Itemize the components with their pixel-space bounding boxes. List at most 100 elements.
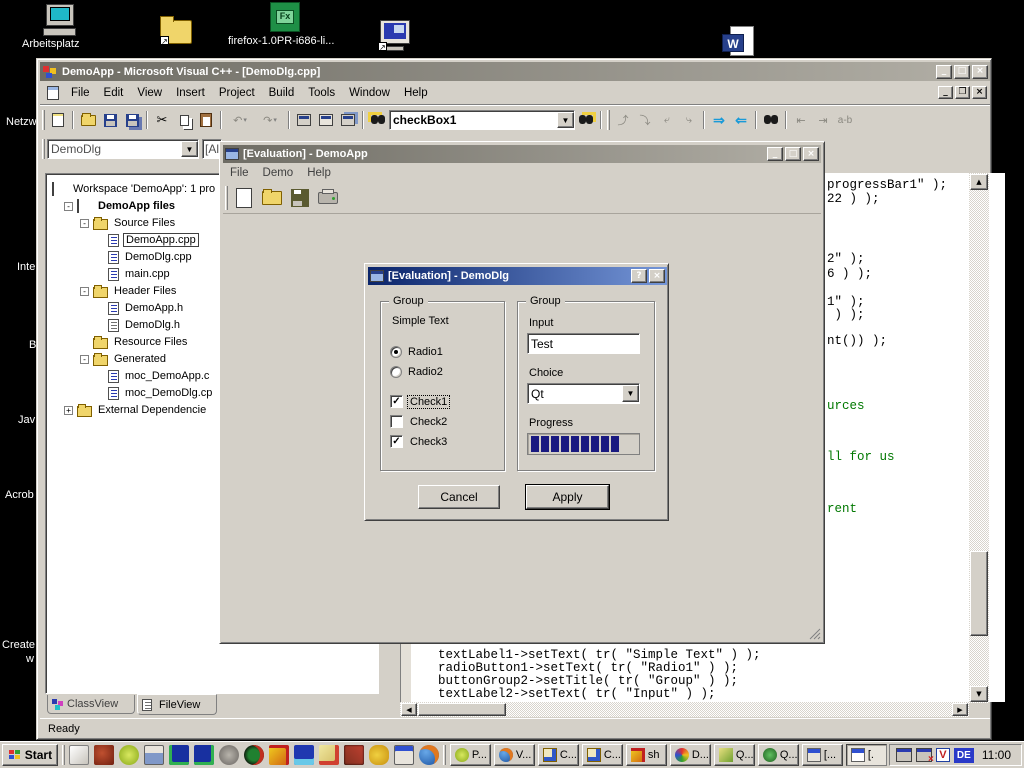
taskbar-window-button[interactable]: Q... [714,744,755,766]
tree-expander[interactable]: - [64,202,73,211]
browse-next-icon[interactable]: ⇒ [708,110,730,130]
member-up-icon[interactable]: ⤶ [656,110,678,130]
taskbar-window-button[interactable]: C... [538,744,579,766]
quicklaunch-fish-icon[interactable] [369,745,389,765]
vscroll-thumb[interactable] [970,551,988,636]
check1-control[interactable]: ✓ Check1 [390,395,449,408]
checkbox-unchecked-icon[interactable] [390,415,403,428]
check3-control[interactable]: ✓ Check3 [390,435,449,448]
tab-classview[interactable]: ClassView [47,695,135,714]
tree-item[interactable]: DemoDlg.cpp [123,251,194,263]
radio1-label[interactable]: Radio1 [408,346,443,358]
combo-dropdown-icon[interactable]: ▼ [622,385,639,402]
save-icon[interactable] [99,110,121,130]
main-title-bar[interactable]: DemoApp - Microsoft Visual C++ - [DemoDl… [40,62,990,81]
taskbar-window-button[interactable]: P... [450,744,491,766]
tree-item[interactable]: moc_DemoDlg.cp [123,387,214,399]
menu-build[interactable]: Build [262,85,302,101]
desktop-icon-label[interactable]: w [26,653,34,665]
radio-on-icon[interactable] [390,346,402,358]
tree-item-generated[interactable]: Generated [112,353,168,365]
evaluation-title-bar[interactable]: [Evaluation] - DemoApp _ □ × [223,145,821,163]
menu-help[interactable]: Help [397,85,435,101]
radio-off-icon[interactable] [390,366,402,378]
taskbar-window-button-active[interactable]: [. [846,744,887,766]
combo-dropdown-icon[interactable]: ▼ [557,112,574,128]
network-icon[interactable] [896,748,912,762]
workspace-pane-icon[interactable] [293,110,315,130]
radio1-control[interactable]: Radio1 [390,346,443,358]
quicklaunch-notes-icon[interactable] [69,745,89,765]
help-button[interactable]: ? [631,269,647,283]
copy-icon[interactable] [173,110,195,130]
desktop-icon-label[interactable]: Acrob [5,489,34,501]
desktop-icon-label[interactable]: Jav [18,414,35,426]
print-icon[interactable] [314,185,342,211]
find-target-combobox[interactable]: checkBox1 ▼ [389,110,575,130]
taskbar-window-button[interactable]: [... [802,744,843,766]
tree-expander[interactable]: - [80,355,89,364]
find-icon[interactable] [760,110,782,130]
scroll-right-icon[interactable]: ▶ [952,703,968,716]
combo-dropdown-icon[interactable]: ▼ [181,141,198,157]
cancel-button[interactable]: Cancel [418,485,500,509]
tree-expander[interactable]: + [64,406,73,415]
tree-item-workspace[interactable]: Workspace 'DemoApp': 1 pro [71,183,217,195]
tree-item[interactable]: main.cpp [123,268,172,280]
tree-expander[interactable]: - [80,287,89,296]
tree-item-header-files[interactable]: Header Files [112,285,178,297]
open-file-icon[interactable] [258,185,286,211]
quicklaunch-map-icon[interactable] [319,745,339,765]
taskbar-window-button[interactable]: V... [494,744,535,766]
quicklaunch-terminal-icon[interactable] [294,745,314,765]
desktop-icon-label[interactable]: Arbeitsplatz [22,38,79,50]
menu-project[interactable]: Project [212,85,262,101]
mdi-restore-button[interactable]: ❐ [955,86,970,99]
maximize-button[interactable]: □ [785,147,801,161]
undo-icon[interactable]: ↶▾ [225,110,255,130]
editor-hscrollbar[interactable]: ◀ ▶ [400,702,969,717]
tree-expander[interactable]: - [80,219,89,228]
menu-file[interactable]: File [223,165,256,181]
check2-control[interactable]: Check2 [390,415,449,428]
quicklaunch-clock-icon[interactable] [119,745,139,765]
output-pane-icon[interactable] [315,110,337,130]
quicklaunch-firefox-icon[interactable] [419,745,439,765]
tree-item[interactable]: DemoApp.h [123,302,185,314]
maximize-button[interactable]: □ [954,65,970,79]
open-file-icon[interactable] [77,110,99,130]
ab-format-button[interactable]: a-b [834,110,856,130]
quicklaunch-media-icon[interactable] [269,745,289,765]
mdi-document-icon[interactable] [42,83,64,103]
quicklaunch-app-icon[interactable] [94,745,114,765]
save-all-icon[interactable] [121,110,143,130]
my-computer-icon[interactable] [42,4,78,38]
tray-clock[interactable]: 11:00 [978,748,1015,762]
redo-icon[interactable]: ↷▾ [255,110,285,130]
tree-item[interactable]: moc_DemoApp.c [123,370,211,382]
member-next-icon[interactable]: ⤵ [634,110,656,130]
scroll-down-icon[interactable]: ▼ [970,686,988,702]
quicklaunch-console-icon[interactable] [244,745,264,765]
find-in-files-icon[interactable] [575,110,597,130]
member-prev-icon[interactable]: ⤴ [612,110,634,130]
search-dialog-icon[interactable] [367,110,389,130]
menu-file[interactable]: File [64,85,97,101]
paste-icon[interactable] [195,110,217,130]
network-error-icon[interactable]: × [916,748,932,762]
member-down-icon[interactable]: ⤷ [678,110,700,130]
tree-item-project[interactable]: DemoApp files [96,200,177,212]
check2-label[interactable]: Check2 [408,416,449,428]
radio2-label[interactable]: Radio2 [408,366,443,378]
indent-increase-icon[interactable]: ⇥ [812,110,834,130]
tree-item-selected[interactable]: DemoApp.cpp [123,233,199,247]
desktop-icon-label[interactable]: Netzw [6,116,37,128]
quicklaunch-display-icon[interactable] [144,745,164,765]
menu-insert[interactable]: Insert [169,85,212,101]
check1-label[interactable]: Check1 [408,396,449,408]
mdi-close-button[interactable]: × [972,86,987,99]
cascade-windows-icon[interactable] [337,110,359,130]
choice-combobox[interactable]: Qt ▼ [527,383,640,404]
editor-vscrollbar[interactable]: ▲ ▼ [969,173,989,703]
quicklaunch-kde-icon[interactable] [194,745,214,765]
